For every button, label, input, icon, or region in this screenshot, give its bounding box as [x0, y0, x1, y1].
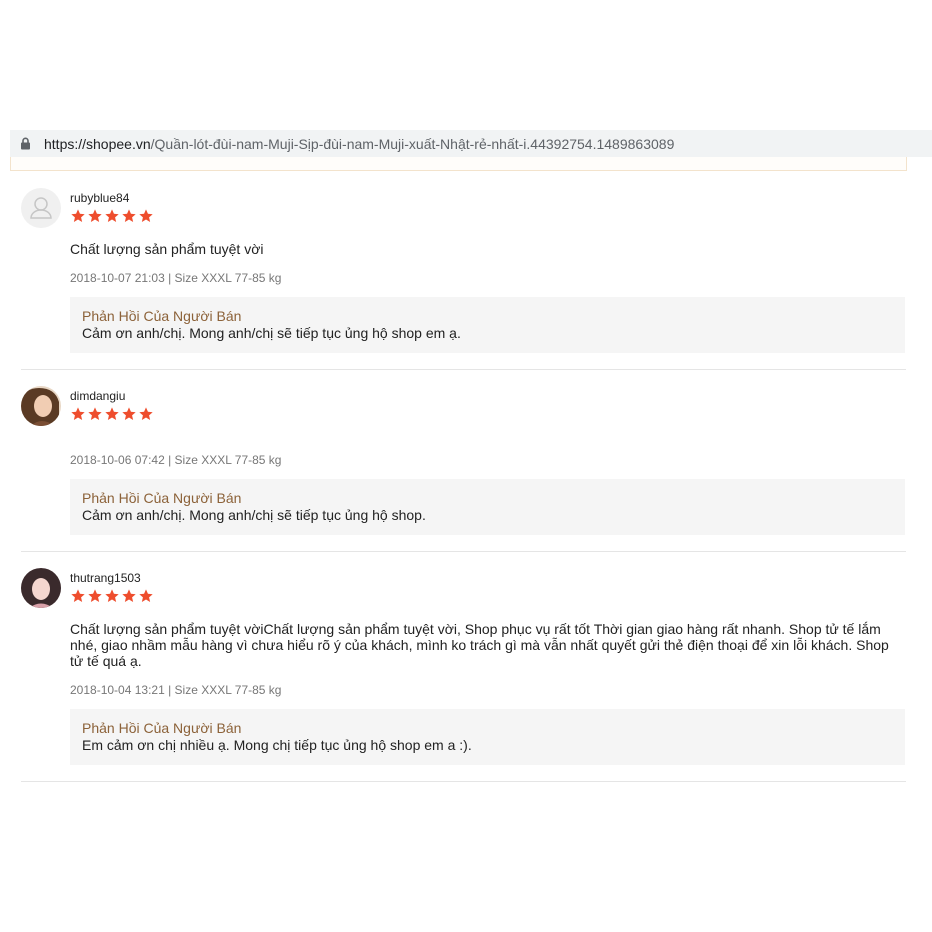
rating-stars: [70, 588, 154, 604]
star-icon: [88, 589, 102, 602]
seller-reply-text: Cảm ơn anh/chị. Mong anh/chị sẽ tiếp tục…: [82, 325, 461, 341]
user-photo-image: [21, 386, 61, 426]
avatar[interactable]: [21, 568, 61, 608]
review-item: rubyblue84 Chất lượng sản phẩm tuyệt vời…: [21, 188, 906, 370]
lock-icon[interactable]: [20, 137, 44, 150]
review-comment: Chất lượng sản phẩm tuyệt vờiChất lượng …: [70, 621, 889, 669]
rating-stars: [70, 406, 154, 422]
star-icon: [122, 589, 136, 602]
user-photo-image: [21, 568, 61, 608]
address-bar[interactable]: https://shopee.vn/Quần-lót-đùi-nam-Muji-…: [10, 130, 932, 157]
review-item: dimdangiu 2018-10-06 07:42 | Size XXXL 7…: [21, 386, 906, 552]
star-icon: [105, 209, 119, 222]
star-icon: [122, 209, 136, 222]
seller-reply-text: Cảm ơn anh/chị. Mong anh/chị sẽ tiếp tục…: [82, 507, 426, 523]
username[interactable]: rubyblue84: [70, 191, 129, 205]
review-meta: 2018-10-07 21:03 | Size XXXL 77-85 kg: [70, 271, 282, 285]
review-meta: 2018-10-04 13:21 | Size XXXL 77-85 kg: [70, 683, 282, 697]
section-top-border: [10, 157, 907, 171]
star-icon: [71, 209, 85, 222]
star-icon: [139, 407, 153, 420]
star-icon: [139, 589, 153, 602]
review-comment: Chất lượng sản phẩm tuyệt vời: [70, 241, 264, 257]
seller-reply-title: Phản Hồi Của Người Bán: [82, 490, 242, 506]
star-icon: [88, 209, 102, 222]
url-path[interactable]: /Quần-lót-đùi-nam-Muji-Sịp-đùi-nam-Muji-…: [151, 136, 675, 152]
seller-reply: Phản Hồi Của Người Bán Cảm ơn anh/chị. M…: [70, 297, 905, 353]
star-icon: [71, 589, 85, 602]
seller-reply-title: Phản Hồi Của Người Bán: [82, 308, 242, 324]
seller-reply-text: Em cảm ơn chị nhiều ạ. Mong chị tiếp tục…: [82, 737, 472, 753]
review-meta: 2018-10-06 07:42 | Size XXXL 77-85 kg: [70, 453, 282, 467]
seller-reply: Phản Hồi Của Người Bán Em cảm ơn chị nhi…: [70, 709, 905, 765]
star-icon: [105, 589, 119, 602]
review-item: thutrang1503 Chất lượng sản phẩm tuyệt v…: [21, 568, 906, 782]
url-host[interactable]: https://shopee.vn: [44, 136, 151, 152]
star-icon: [71, 407, 85, 420]
rating-stars: [70, 208, 154, 224]
star-icon: [122, 407, 136, 420]
star-icon: [139, 209, 153, 222]
star-icon: [105, 407, 119, 420]
avatar[interactable]: [21, 188, 61, 228]
default-user-icon: [30, 197, 52, 219]
username[interactable]: dimdangiu: [70, 389, 125, 403]
seller-reply: Phản Hồi Của Người Bán Cảm ơn anh/chị. M…: [70, 479, 905, 535]
seller-reply-title: Phản Hồi Của Người Bán: [82, 720, 242, 736]
username[interactable]: thutrang1503: [70, 571, 141, 585]
avatar[interactable]: [21, 386, 61, 426]
star-icon: [88, 407, 102, 420]
